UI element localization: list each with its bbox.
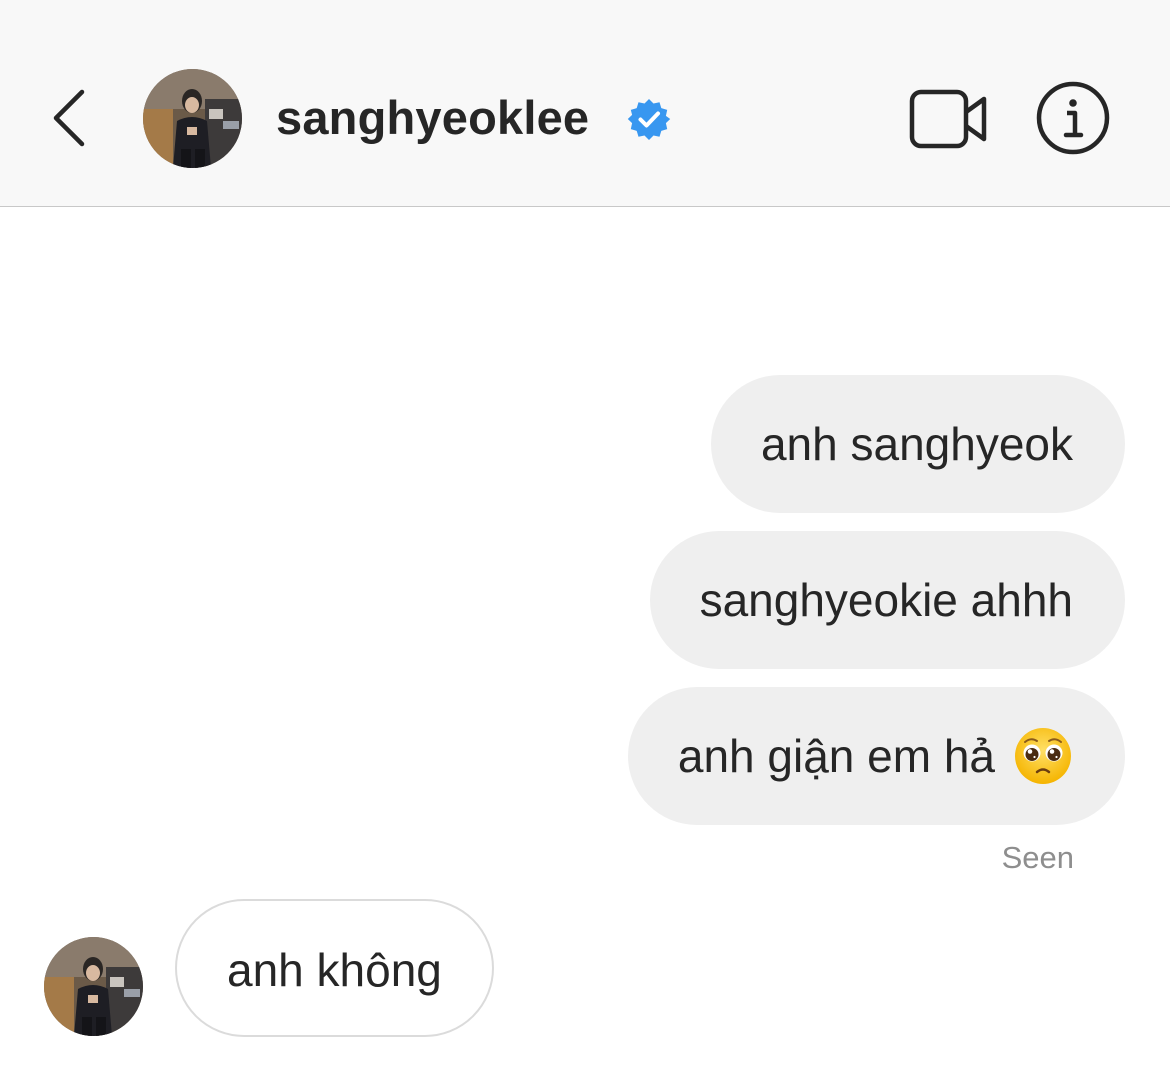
seen-status: Seen (1001, 840, 1074, 875)
message-bubble-sent[interactable]: anh giận em hả (627, 687, 1125, 825)
chat-username[interactable]: sanghyeoklee (276, 88, 589, 148)
info-button[interactable] (1034, 79, 1112, 157)
message-text: sanghyeokie ahhh (699, 574, 1073, 626)
message-bubble-received[interactable]: anh không (175, 899, 494, 1037)
message-text: anh không (227, 944, 442, 996)
info-icon (1036, 81, 1110, 155)
chat-header: sanghyeoklee (0, 0, 1170, 207)
verified-badge-icon (627, 99, 671, 140)
video-call-button[interactable] (906, 86, 990, 152)
message-text: anh sanghyeok (760, 418, 1073, 470)
message-bubble-sent[interactable]: sanghyeokie ahhh (649, 531, 1125, 669)
pleading-face-icon (1015, 727, 1071, 784)
message-text: anh giận em hả (677, 730, 995, 782)
back-button[interactable] (40, 78, 100, 158)
chevron-left-icon (53, 89, 85, 147)
sender-avatar[interactable] (44, 937, 143, 1036)
profile-avatar[interactable] (143, 69, 242, 168)
video-call-icon (909, 89, 987, 149)
message-bubble-sent[interactable]: anh sanghyeok (710, 375, 1125, 513)
